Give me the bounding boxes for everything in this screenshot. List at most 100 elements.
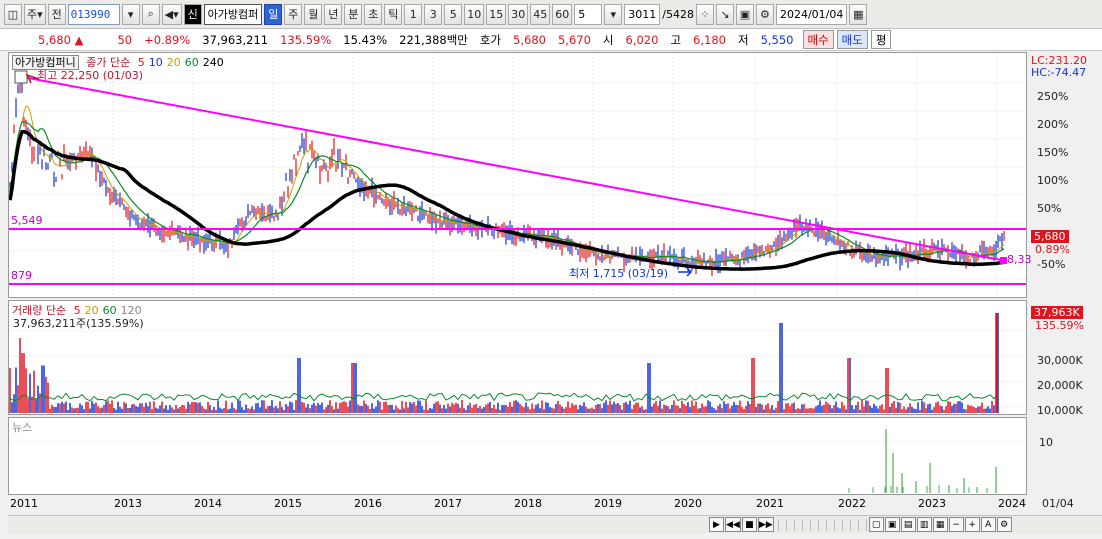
interval-dropdown-icon[interactable]: ▾ — [604, 3, 623, 25]
scroll-first-icon[interactable]: ◀◀ — [725, 517, 741, 532]
speaker-icon[interactable]: ◀▾ — [161, 3, 182, 25]
period-tick[interactable]: 틱 — [384, 3, 403, 25]
period-year[interactable]: 년 — [324, 3, 343, 25]
x-tick-2022: 2022 — [838, 497, 866, 510]
price-change-pct: +0.89% — [144, 32, 191, 47]
volume-current-tag: 37,963K — [1031, 306, 1083, 319]
stop-icon[interactable]: ■ — [741, 517, 757, 532]
stock-code-input[interactable]: 013990 — [67, 3, 120, 25]
chart-scrollbar[interactable]: ▶ ◀◀ ■ ▶▶ ▢ ▣ ▤ ▥ ▦ − + A ⚙ — [8, 515, 1102, 533]
date-input[interactable]: 2024/01/04 — [775, 3, 848, 25]
pct-tick: 250% — [1037, 90, 1069, 103]
x-tick-2016: 2016 — [354, 497, 382, 510]
bar-count-input[interactable]: 3011 — [624, 3, 661, 25]
layout-icon-2[interactable]: ▣ — [884, 517, 900, 532]
vol-tick-30000: 30,000K — [1037, 354, 1083, 367]
gear-icon[interactable]: ⚙ — [755, 3, 774, 25]
current-price-tag: 5,680 — [1031, 230, 1069, 243]
scroll-right-icon[interactable]: ▶ — [709, 517, 724, 532]
pct-tick: 150% — [1037, 146, 1069, 159]
font-size-icon[interactable]: A — [980, 517, 996, 532]
minute-30[interactable]: 30 — [508, 3, 529, 25]
buy-button[interactable]: 매수 — [802, 30, 834, 49]
pct-tick: -50% — [1037, 258, 1066, 271]
layout-icon-4[interactable]: ▥ — [916, 517, 932, 532]
sell-button[interactable]: 매도 — [836, 30, 868, 49]
resistance-label: 5,549 — [11, 214, 43, 227]
settings-icon[interactable]: ⚙ — [996, 517, 1012, 532]
chart-window-icon[interactable]: ◫ — [4, 3, 22, 25]
layout-icon-5[interactable]: ▦ — [932, 517, 948, 532]
interval-input[interactable]: 5 — [574, 3, 603, 25]
minute-5[interactable]: 5 — [444, 3, 463, 25]
hoga-label: 호가 — [479, 32, 502, 47]
open-price: 6,020 — [625, 32, 659, 47]
low-label: 저 — [737, 32, 749, 47]
quote-bar: 5,680 ▲ 50 +0.89% 37,963,211 135.59% 15.… — [0, 29, 1102, 51]
save-icon[interactable]: ▣ — [735, 3, 754, 25]
x-axis: 2011 2013 2014 2015 2016 2017 2018 2019 2020 2021… — [8, 495, 1026, 513]
ma-legend-item-10: 10 — [148, 56, 163, 69]
low-arrow — [678, 267, 693, 277]
bar-total: /5428 — [662, 7, 694, 21]
scroll-thumb[interactable] — [777, 518, 868, 531]
period-day[interactable]: 일 — [264, 3, 283, 25]
chart-anchor-icon — [14, 70, 28, 84]
turnover-ratio: 15.43% — [343, 32, 388, 47]
volume: 37,963,211 — [202, 32, 269, 47]
minute-3[interactable]: 3 — [424, 3, 443, 25]
volume-current-pct: 135.59% — [1035, 319, 1084, 332]
calendar-icon[interactable]: ▦ — [849, 3, 868, 25]
period-month[interactable]: 월 — [304, 3, 323, 25]
avg-button[interactable]: 평 — [870, 30, 892, 49]
ma-line — [9, 105, 1005, 264]
low-annotation: 최저 1,715 (03/19) — [569, 267, 669, 280]
ma-line — [9, 121, 1005, 264]
minute-10[interactable]: 10 — [464, 3, 485, 25]
scroll-last-icon[interactable]: ▶▶ — [757, 517, 774, 532]
minute-60[interactable]: 60 — [552, 3, 573, 25]
x-tick-2017: 2017 — [434, 497, 462, 510]
bid-price: 5,670 — [557, 32, 591, 47]
news-panel: 뉴스 — [8, 417, 1027, 495]
period-second[interactable]: 초 — [364, 3, 383, 25]
x-tick-2024: 2024 — [998, 497, 1026, 510]
x-tick-2015: 2015 — [274, 497, 302, 510]
stock-name: 아가방컴퍼 — [203, 3, 263, 25]
minute-45[interactable]: 45 — [530, 3, 551, 25]
pct-tick: 200% — [1037, 118, 1069, 131]
period-minute[interactable]: 분 — [344, 3, 363, 25]
minute-1[interactable]: 1 — [404, 3, 423, 25]
volume-note: 37,963,211주(135.59%) — [13, 317, 144, 330]
x-tick-2020: 2020 — [674, 497, 702, 510]
indicator-icon[interactable]: ↘ — [715, 3, 734, 25]
zoom-out-icon[interactable]: − — [948, 517, 964, 532]
period-week[interactable]: 주 — [284, 3, 303, 25]
pct-tick: 50% — [1037, 202, 1062, 215]
ma-legend-item-60: 60 — [184, 56, 199, 69]
layout-icon-1[interactable]: ▢ — [868, 517, 884, 532]
zoom-in-icon[interactable]: + — [964, 517, 980, 532]
hc-value: HC:-74.47 — [1031, 66, 1087, 79]
price-chart — [9, 53, 1026, 297]
grid-icon[interactable]: ⁘ — [695, 3, 714, 25]
period-select[interactable]: 주 ▾ — [24, 3, 46, 25]
ma-line — [9, 130, 1005, 271]
minute-15[interactable]: 15 — [486, 3, 507, 25]
all-button[interactable]: 전 — [47, 3, 66, 25]
x-tick-2023: 2023 — [918, 497, 946, 510]
new-listing-badge: 신 — [183, 3, 202, 25]
volume-chart — [9, 313, 1026, 413]
price-change: 50 — [117, 32, 133, 47]
layout-icon-3[interactable]: ▤ — [900, 517, 916, 532]
trend-end-marker — [1000, 257, 1007, 264]
high-price: 6,180 — [693, 32, 726, 47]
code-dropdown-icon[interactable]: ▾ — [121, 3, 140, 25]
support-label: 879 — [11, 269, 32, 282]
toolbar: ◫ 주 ▾ 전 013990 ▾ ⌕ ◀▾ 신 아가방컴퍼 일 주 월 년 분 초… — [0, 0, 1102, 29]
x-tick-2019: 2019 — [594, 497, 622, 510]
price-panel: 아가방컴퍼니 종가 단순 5 10 20 60 240 최고 22,250 (01/03… — [8, 52, 1032, 298]
ask-price: 5,680 — [513, 32, 546, 47]
search-icon[interactable]: ⌕ — [141, 3, 160, 25]
volume-panel: 거래량 단순 5 20 60 120 37,963,211주(135.59%) — [8, 300, 1027, 415]
